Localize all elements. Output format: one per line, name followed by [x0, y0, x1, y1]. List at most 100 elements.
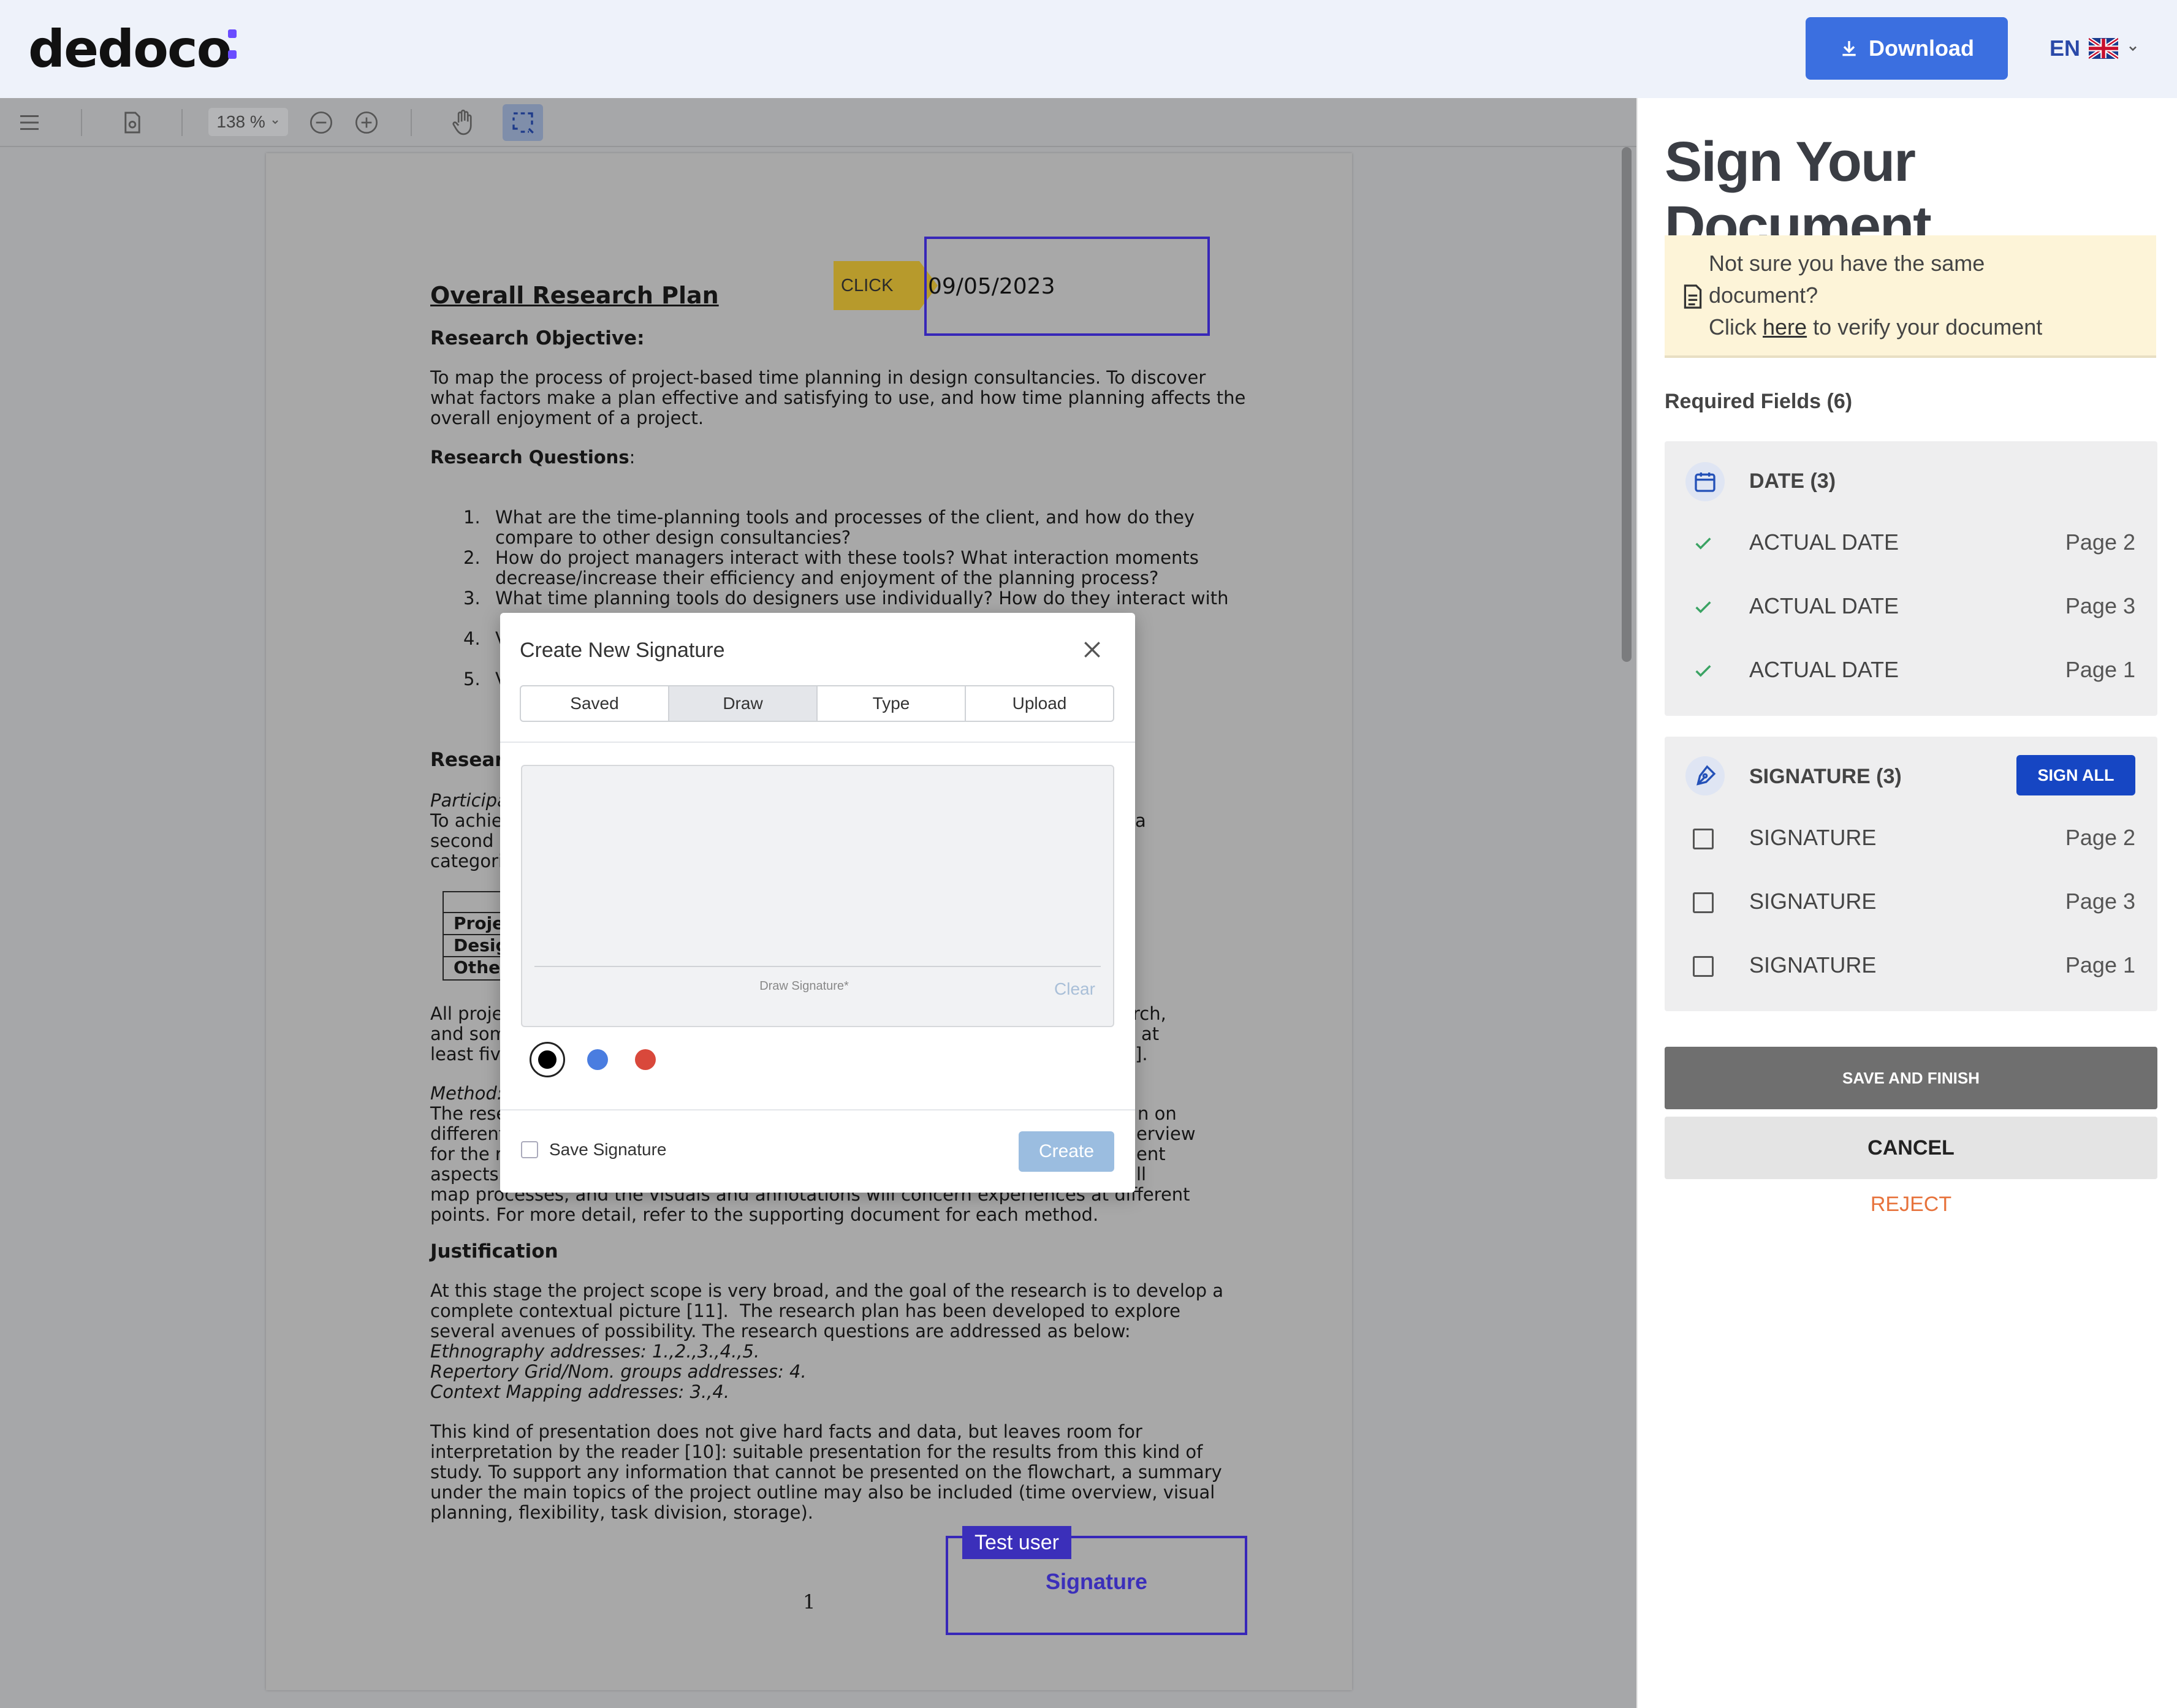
date-field-row[interactable]: ACTUAL DATE Page 1 [1665, 651, 2157, 688]
save-signature-label: Save Signature [549, 1140, 667, 1159]
modal-title: Create New Signature [520, 639, 725, 662]
signature-field-row[interactable]: SIGNATURE Page 1 [1665, 946, 2157, 983]
justification-italic: Repertory Grid/Nom. groups addresses: 4. [430, 1361, 807, 1382]
fragment-text: All proje [430, 1003, 503, 1024]
objective-line: overall enjoyment of a project. [430, 408, 704, 428]
field-page: Page 3 [2065, 889, 2135, 914]
fragment-text: categori [430, 851, 504, 871]
download-button[interactable]: Download [1806, 17, 2008, 80]
field-label: ACTUAL DATE [1749, 593, 1899, 618]
calendar-icon [1685, 462, 1725, 501]
question-line: decrease/increase their efficiency and e… [495, 567, 1159, 588]
objective-heading: Research Objective: [430, 327, 645, 349]
objective-line: what factors make a plan effective and s… [430, 387, 1246, 408]
tab-saved[interactable]: Saved [521, 686, 669, 721]
save-signature-checkbox[interactable] [521, 1141, 538, 1158]
notice-line: Click here to verify your document [1709, 311, 2042, 343]
click-indicator[interactable]: CLICK [834, 261, 938, 310]
close-icon[interactable] [1080, 637, 1104, 662]
check-icon [1695, 665, 1711, 677]
reject-button[interactable]: REJECT [1665, 1193, 2157, 1216]
justification-line: several avenues of possibility. The rese… [430, 1321, 1131, 1342]
viewer-scrollbar[interactable] [1622, 147, 1632, 662]
page-settings-icon[interactable] [120, 109, 145, 136]
signature-field-row[interactable]: SIGNATURE Page 3 [1665, 882, 2157, 919]
verify-here-link[interactable]: here [1763, 314, 1807, 340]
cancel-button[interactable]: CANCEL [1665, 1117, 2157, 1179]
justification-italic: Ethnography addresses: 1.,2.,3.,4.,5. [430, 1341, 760, 1362]
required-fields-title: Required Fields (6) [1665, 390, 1853, 413]
download-icon [1842, 41, 1856, 56]
fragment-text: at [1141, 1023, 1160, 1044]
signature-tabs: Saved Draw Type Upload [520, 685, 1114, 722]
date-fields-group: DATE (3) ACTUAL DATE Page 2 ACTUAL DATE … [1665, 441, 2157, 716]
signature-draw-canvas[interactable]: Draw Signature* Clear [521, 765, 1114, 1027]
question-line: What are the time-planning tools and pro… [495, 507, 1195, 528]
color-swatch-red[interactable] [635, 1049, 656, 1070]
verify-notice: Not sure you have the same document? Cli… [1665, 235, 2156, 358]
signature-checkbox[interactable] [1693, 829, 1714, 849]
date-field[interactable]: 09/05/2023 [924, 237, 1210, 336]
zoom-selector[interactable]: 138 % [208, 108, 288, 136]
menu-icon[interactable] [16, 110, 43, 135]
fragment-text: least five [430, 1044, 512, 1065]
question-number: 5. [463, 669, 481, 689]
fragment-text: for the r [430, 1144, 503, 1164]
toolbar-divider [81, 109, 82, 136]
questions-heading-colon: : [629, 447, 636, 468]
fragment-text: ll [1136, 1164, 1147, 1185]
field-page: Page 2 [2065, 825, 2135, 850]
fragment-text: ent [1136, 1144, 1166, 1164]
field-page: Page 3 [2065, 593, 2135, 618]
tab-type[interactable]: Type [818, 686, 966, 721]
presentation-line: study. To support any information that c… [430, 1462, 1222, 1482]
document-icon [1684, 284, 1702, 309]
field-label: SIGNATURE [1749, 825, 1877, 850]
select-area-icon[interactable] [503, 104, 543, 141]
tab-upload[interactable]: Upload [966, 686, 1113, 721]
zoom-in-icon[interactable] [353, 109, 380, 136]
color-swatch-blue[interactable] [587, 1049, 608, 1070]
question-line: compare to other design consultancies? [495, 527, 851, 548]
signature-checkbox[interactable] [1693, 892, 1714, 913]
presentation-line: under the main topics of the project out… [430, 1482, 1215, 1503]
question-line: What time planning tools do designers us… [495, 588, 1229, 609]
zoom-out-icon[interactable] [308, 109, 335, 136]
signature-field-label[interactable]: Signature [946, 1569, 1247, 1595]
save-and-finish-button[interactable]: SAVE AND FINISH [1665, 1047, 2157, 1109]
create-button[interactable]: Create [1019, 1131, 1114, 1172]
field-page: Page 1 [2065, 952, 2135, 977]
date-group-title: DATE (3) [1749, 469, 1836, 493]
sign-all-button[interactable]: SIGN ALL [2016, 755, 2135, 795]
fragment-text: Participa [430, 790, 508, 811]
page-title: Overall Research Plan [430, 282, 719, 309]
date-field-row[interactable]: ACTUAL DATE Page 2 [1665, 523, 2157, 560]
language-selector[interactable]: EN [2050, 32, 2139, 65]
field-label: ACTUAL DATE [1749, 529, 1899, 555]
color-swatch-black-selected[interactable] [530, 1042, 565, 1077]
clear-button[interactable]: Clear [1054, 979, 1095, 999]
signature-field-row[interactable]: SIGNATURE Page 2 [1665, 819, 2157, 856]
zoom-value: 138 % [216, 112, 265, 131]
field-label: SIGNATURE [1749, 952, 1877, 977]
pan-hand-icon[interactable] [450, 108, 477, 137]
notice-line: document? [1709, 283, 1818, 308]
fragment-text: different [430, 1123, 506, 1144]
date-field-row[interactable]: ACTUAL DATE Page 3 [1665, 587, 2157, 624]
notice-line: Not sure you have the same [1709, 251, 1985, 276]
question-number: 4. [463, 628, 481, 649]
dedoco-logo[interactable]: dedoco [28, 18, 232, 80]
field-page: Page 2 [2065, 529, 2135, 555]
modal-divider [500, 1109, 1135, 1110]
toolbar-divider [411, 109, 412, 136]
signature-checkbox[interactable] [1693, 956, 1714, 977]
notice-rest: to verify your document [1813, 314, 2043, 340]
chevron-down-icon [272, 120, 278, 124]
table-cell: Proje [454, 913, 504, 933]
fragment-text: ]. [1135, 1044, 1148, 1065]
tab-draw[interactable]: Draw [669, 686, 818, 721]
fragment-text: and som [430, 1023, 507, 1044]
justification-heading: Justification [430, 1240, 558, 1262]
justification-line: At this stage the project scope is very … [430, 1280, 1224, 1301]
fragment-text: n on [1138, 1103, 1177, 1124]
